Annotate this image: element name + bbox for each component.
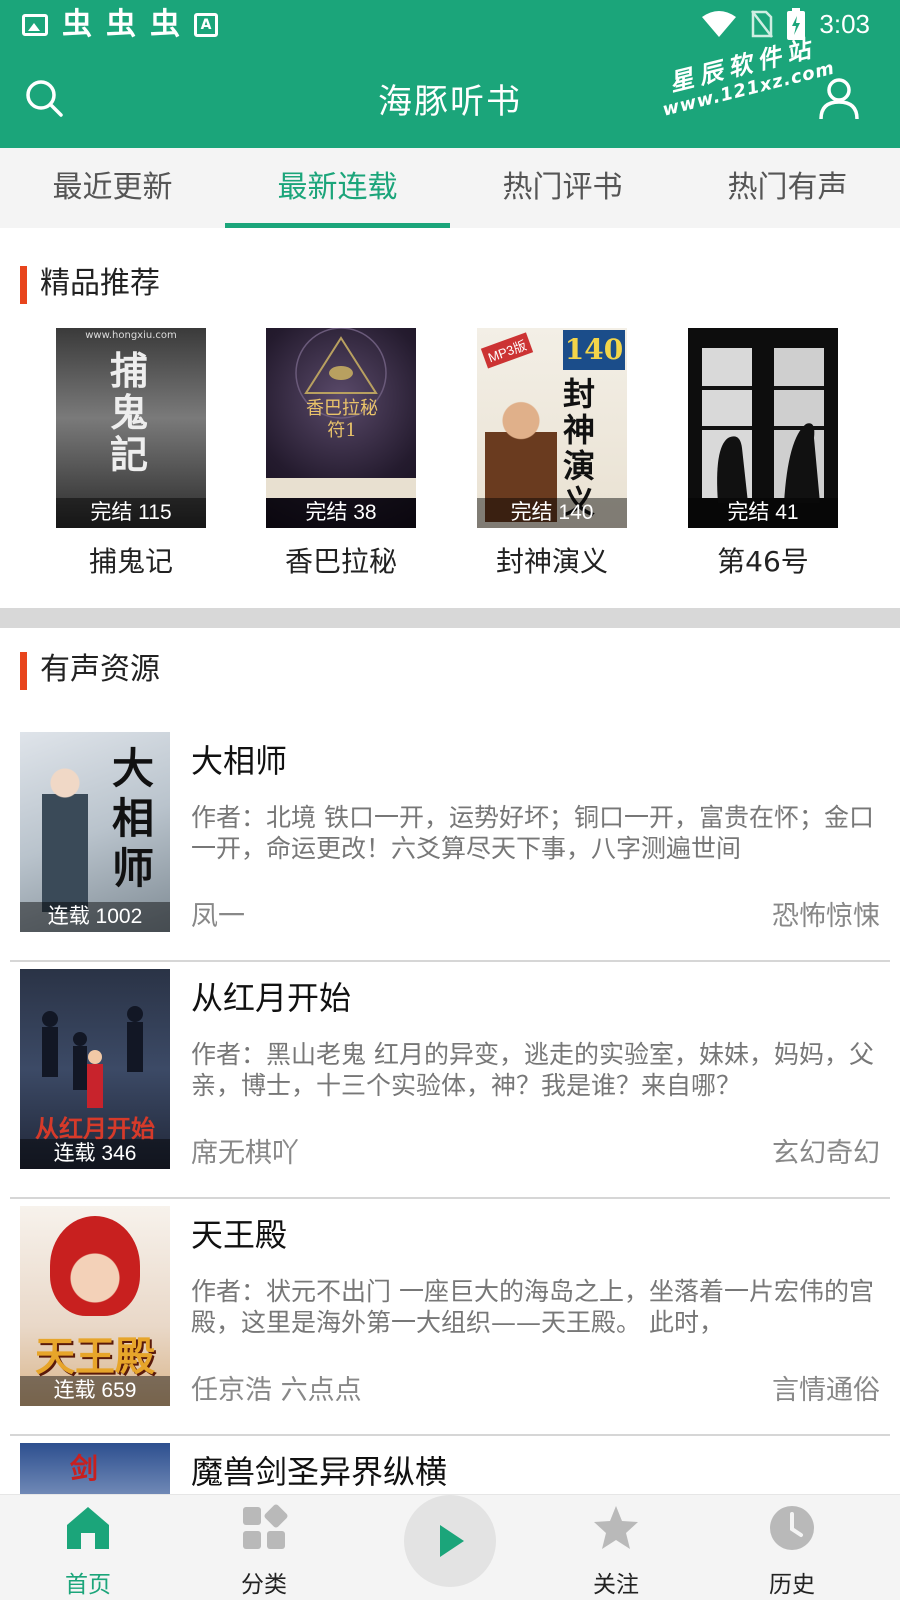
nav-history[interactable]: 历史 (732, 1503, 852, 1599)
book-title[interactable]: 香巴拉秘 (266, 540, 416, 580)
nav-label: 首页 (65, 1572, 111, 1598)
play-button[interactable] (404, 1495, 496, 1587)
status-time: 3:03 (819, 8, 870, 39)
book-status-badge: 连载 346 (20, 1139, 170, 1169)
book-cover[interactable]: 从红月开始 连载 346 (20, 969, 170, 1169)
book-title[interactable]: 从红月开始 (191, 973, 351, 1019)
book-cover[interactable]: 香巴拉秘符1 完结 38 (266, 328, 416, 528)
audio-section-title: 有声资源 (20, 650, 160, 690)
character-figure (50, 1216, 140, 1316)
bug-notification-icon: 虫 (150, 7, 180, 42)
book-title[interactable]: 魔兽剑圣异界纵横 (191, 1447, 447, 1493)
cover-caption: www.hongxiu.com (85, 330, 177, 341)
cover-title: 大相师 (112, 744, 155, 893)
bug-notification-icon: 虫 (106, 7, 136, 42)
narrator-name: 席无棋吖 (191, 1138, 299, 1169)
featured-book[interactable]: MP3版 140 封神演义 完结 140 封神演义 (477, 328, 627, 580)
narrator-name: 任京浩 六点点 (191, 1375, 362, 1406)
book-status-badge: 完结 140 (477, 498, 627, 528)
book-description: 作者：黑山老鬼 红月的异变，逃走的实验室，妹妹，妈妈，父亲，博士，十三个实验体，… (191, 1040, 874, 1100)
wifi-icon (702, 11, 737, 37)
book-status-badge: 连载 659 (20, 1376, 170, 1406)
section-divider (0, 608, 900, 628)
cover-title: 香巴拉秘符1 (306, 398, 378, 441)
featured-book[interactable]: 完结 41 第46号 (688, 328, 838, 580)
a-notification-icon: A (194, 13, 218, 37)
featured-list: www.hongxiu.com 捕鬼記 完结 115 捕鬼记 香巴拉秘符1 完结… (0, 328, 900, 578)
narrator-name: 凤一 (191, 901, 245, 932)
list-item[interactable]: 天王殿 连载 659 天王殿 作者：状元不出门 一座巨大的海岛之上，坐落着一片宏… (0, 1194, 900, 1436)
book-status-badge: 完结 41 (688, 498, 838, 528)
book-cover[interactable]: 大相师 连载 1002 (20, 732, 170, 932)
star-icon (594, 1506, 638, 1549)
featured-section-title: 精品推荐 (20, 264, 160, 304)
status-bar: 虫 虫 虫 A 3:03 (0, 0, 900, 50)
tab-hot-storytelling[interactable]: 热门评书 (450, 148, 675, 228)
nav-follow[interactable]: 关注 (556, 1503, 676, 1599)
bottom-navigation: 首页 分类 关注 历史 (0, 1494, 900, 1600)
book-category: 恐怖惊悚 (772, 901, 880, 932)
list-item[interactable]: 大相师 连载 1002 大相师 作者：北境 铁口一开，运势好坏；铜口一开，富贵在… (0, 720, 900, 962)
book-title[interactable]: 封神演义 (477, 540, 627, 580)
play-icon (440, 1525, 464, 1557)
featured-book[interactable]: 香巴拉秘符1 完结 38 香巴拉秘 (266, 328, 416, 580)
book-title[interactable]: 第46号 (688, 540, 838, 580)
cover-strip (266, 478, 416, 498)
category-tabs: 最近更新 最新连载 热门评书 热门有声 (0, 148, 900, 228)
cover-title: 天王殿 (35, 1333, 155, 1380)
cover-title: 捕鬼記 (110, 348, 149, 477)
mp3-tag: MP3版 (480, 332, 533, 369)
book-description: 作者：北境 铁口一开，运势好坏；铜口一开，富贵在怀；金口一开，命运更改！六爻算尽… (191, 803, 874, 863)
character-figure (42, 762, 88, 912)
tab-hot-audio[interactable]: 热门有声 (675, 148, 900, 228)
book-title[interactable]: 天王殿 (191, 1210, 287, 1256)
book-cover[interactable]: 完结 41 (688, 328, 838, 528)
book-description: 作者：状元不出门 一座巨大的海岛之上，坐落着一片宏伟的宫殿，这里是海外第一大组织… (191, 1277, 874, 1337)
featured-book[interactable]: www.hongxiu.com 捕鬼記 完结 115 捕鬼记 (56, 328, 206, 580)
nav-home[interactable]: 首页 (28, 1503, 148, 1599)
book-category: 言情通俗 (772, 1375, 880, 1406)
nav-label: 关注 (593, 1572, 639, 1598)
book-title[interactable]: 捕鬼记 (56, 540, 206, 580)
user-icon[interactable] (818, 76, 860, 120)
no-sim-icon (751, 10, 774, 38)
book-cover[interactable]: 天王殿 连载 659 (20, 1206, 170, 1406)
book-status-badge: 连载 1002 (20, 902, 170, 932)
nav-label: 历史 (769, 1572, 815, 1598)
clock-icon (770, 1506, 814, 1550)
cover-number: 140 (563, 330, 625, 370)
cover-title: 剑 (70, 1452, 99, 1485)
tab-new-serials[interactable]: 最新连载 (225, 148, 450, 228)
home-icon (67, 1507, 109, 1549)
tab-recent-updates[interactable]: 最近更新 (0, 148, 225, 228)
book-category: 玄幻奇幻 (772, 1138, 880, 1169)
book-status-badge: 完结 115 (56, 498, 206, 528)
book-status-badge: 完结 38 (266, 498, 416, 528)
nav-label: 分类 (241, 1572, 287, 1598)
app-header: 虫 虫 虫 A 3:03 海豚听书 星辰软件站 www.121xz.com (0, 0, 900, 148)
list-item[interactable]: 从红月开始 连载 346 从红月开始 作者：黑山老鬼 红月的异变，逃走的实验室，… (0, 957, 900, 1199)
bug-notification-icon: 虫 (62, 7, 92, 42)
book-cover[interactable]: MP3版 140 封神演义 完结 140 (477, 328, 627, 528)
book-title[interactable]: 大相师 (191, 736, 287, 782)
book-cover[interactable]: www.hongxiu.com 捕鬼記 完结 115 (56, 328, 206, 528)
category-icon (243, 1504, 288, 1549)
nav-category[interactable]: 分类 (204, 1503, 324, 1599)
image-notification-icon (22, 14, 48, 36)
